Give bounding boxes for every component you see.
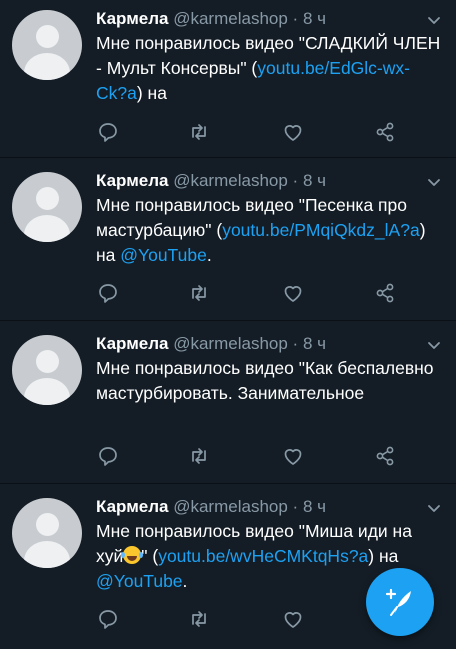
like-icon[interactable] — [281, 281, 305, 305]
tweet-text-part: ) на — [368, 546, 399, 566]
separator-dot: · — [292, 171, 299, 190]
tweet-card[interactable]: Кармела @karmelashop · 8 ч Мне понравило… — [0, 321, 456, 484]
like-icon[interactable] — [281, 444, 305, 468]
like-icon[interactable] — [281, 607, 305, 631]
tweet-card[interactable]: Кармела @karmelashop · 8 ч Мне понравило… — [0, 158, 456, 321]
timeline-feed: Кармела @karmelashop · 8 ч Мне понравило… — [0, 0, 456, 649]
reply-icon[interactable] — [96, 444, 120, 468]
compose-tweet-button[interactable] — [366, 568, 434, 636]
tweet-actions — [0, 0, 456, 142]
tweet-link[interactable]: youtu.be/wvHeCMKtqHs?a — [158, 546, 368, 566]
retweet-icon[interactable] — [187, 444, 211, 468]
tweet-text: Мне понравилось видео "СЛАДКИЙ ЧЛЕН - Му… — [96, 31, 441, 106]
reply-icon[interactable] — [96, 120, 120, 144]
default-avatar-icon — [36, 513, 59, 536]
tweet-actions — [0, 484, 456, 629]
tweet-actions — [0, 321, 456, 466]
tweet-text: Мне понравилось видео "Как беспалевно ма… — [96, 356, 441, 406]
joy-emoji-icon — [121, 546, 142, 564]
author-handle[interactable]: @karmelashop — [173, 171, 288, 190]
tweet-text-part: " ( — [141, 546, 159, 566]
compose-tweet-icon — [385, 588, 411, 616]
tweet-text-part: Мне понравилось видео "Как беспалевно ма… — [96, 358, 434, 403]
reply-icon[interactable] — [96, 281, 120, 305]
author-name[interactable]: Кармела — [96, 9, 168, 28]
chevron-down-icon[interactable] — [426, 12, 442, 28]
author-handle[interactable]: @karmelashop — [173, 334, 288, 353]
tweet-time[interactable]: 8 ч — [303, 9, 326, 28]
tweet-text-part: . — [182, 571, 188, 591]
avatar[interactable] — [12, 10, 82, 80]
chevron-down-icon[interactable] — [426, 500, 442, 516]
tweet-time[interactable]: 8 ч — [303, 497, 326, 516]
tweet-actions — [0, 158, 456, 303]
author-name[interactable]: Кармела — [96, 497, 168, 516]
tweet-time[interactable]: 8 ч — [303, 334, 326, 353]
author-name[interactable]: Кармела — [96, 171, 168, 190]
separator-dot: · — [292, 334, 299, 353]
chevron-down-icon[interactable] — [426, 337, 442, 353]
retweet-icon[interactable] — [187, 281, 211, 305]
avatar[interactable] — [12, 172, 82, 242]
tweet-time[interactable]: 8 ч — [303, 171, 326, 190]
tweet-text-part: ) на — [136, 83, 167, 103]
tweet-link[interactable]: youtu.be/PMqiQkdz_lA?a — [222, 220, 419, 240]
chevron-down-icon[interactable] — [426, 174, 442, 190]
share-icon[interactable] — [373, 281, 397, 305]
tweet-card[interactable]: Кармела @karmelashop · 8 ч Мне понравило… — [0, 0, 456, 158]
author-handle[interactable]: @karmelashop — [173, 9, 288, 28]
tweet-text-part: . — [206, 245, 212, 265]
avatar[interactable] — [12, 335, 82, 405]
default-avatar-icon — [36, 25, 59, 48]
retweet-icon[interactable] — [187, 120, 211, 144]
tweet-header: Кармела @karmelashop · 8 ч — [96, 170, 326, 192]
tweet-header: Кармела @karmelashop · 8 ч — [96, 8, 326, 30]
mention-link[interactable]: @YouTube — [120, 245, 207, 265]
author-name[interactable]: Кармела — [96, 334, 168, 353]
separator-dot: · — [292, 497, 299, 516]
tweet-header: Кармела @karmelashop · 8 ч — [96, 496, 326, 518]
default-avatar-icon — [36, 187, 59, 210]
separator-dot: · — [292, 9, 299, 28]
default-avatar-icon — [36, 350, 59, 373]
avatar[interactable] — [12, 498, 82, 568]
reply-icon[interactable] — [96, 607, 120, 631]
share-icon[interactable] — [373, 120, 397, 144]
share-icon[interactable] — [373, 444, 397, 468]
retweet-icon[interactable] — [187, 607, 211, 631]
like-icon[interactable] — [281, 120, 305, 144]
mention-link[interactable]: @YouTube — [96, 571, 183, 591]
author-handle[interactable]: @karmelashop — [173, 497, 288, 516]
tweet-text: Мне понравилось видео "Песенка про масту… — [96, 193, 441, 268]
tweet-header: Кармела @karmelashop · 8 ч — [96, 333, 326, 355]
